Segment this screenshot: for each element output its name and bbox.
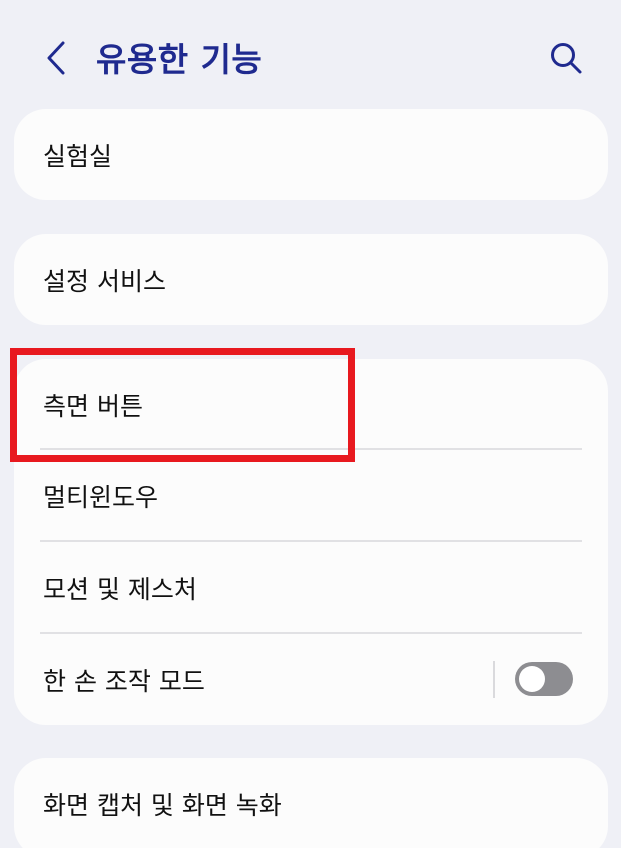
menu-item-label: 설정 서비스 bbox=[43, 266, 166, 296]
menu-item-label: 화면 캡처 및 화면 녹화 bbox=[43, 790, 282, 820]
toggle-separator bbox=[493, 661, 495, 698]
toggle-knob bbox=[519, 666, 545, 692]
menu-item-one-handed-mode[interactable]: 한 손 조작 모드 bbox=[14, 634, 608, 725]
settings-card-labs: 실험실 bbox=[14, 109, 608, 200]
back-button[interactable] bbox=[36, 36, 76, 80]
menu-item-label: 한 손 조작 모드 bbox=[43, 666, 205, 696]
search-icon bbox=[551, 43, 582, 74]
menu-item-multi-window[interactable]: 멀티윈도우 bbox=[14, 450, 608, 542]
menu-item-setting-services[interactable]: 설정 서비스 bbox=[14, 234, 608, 325]
page-title: 유용한 기능 bbox=[96, 40, 263, 79]
one-handed-mode-toggle[interactable] bbox=[515, 662, 573, 696]
header: 유용한 기능 bbox=[0, 0, 621, 110]
settings-card-screenshots: 화면 캡처 및 화면 녹화 bbox=[14, 758, 608, 848]
menu-item-side-button[interactable]: 측면 버튼 bbox=[14, 359, 608, 450]
menu-item-screenshots-recorder[interactable]: 화면 캡처 및 화면 녹화 bbox=[14, 758, 608, 848]
useful-features-screen: 유용한 기능 실험실 설정 서비스 측면 버튼 멀티윈도우 모션 및 제스처 한… bbox=[0, 0, 621, 848]
settings-card-setting-services: 설정 서비스 bbox=[14, 234, 608, 325]
settings-card-interaction: 측면 버튼 멀티윈도우 모션 및 제스처 한 손 조작 모드 bbox=[14, 359, 608, 725]
search-button[interactable] bbox=[544, 36, 588, 80]
chevron-left-icon bbox=[47, 41, 65, 75]
menu-item-labs[interactable]: 실험실 bbox=[14, 109, 608, 200]
menu-item-label: 멀티윈도우 bbox=[43, 483, 159, 512]
menu-item-label: 측면 버튼 bbox=[43, 391, 143, 421]
menu-item-label: 모션 및 제스처 bbox=[43, 575, 197, 604]
menu-item-motions-gestures[interactable]: 모션 및 제스처 bbox=[14, 542, 608, 634]
menu-item-label: 실험실 bbox=[43, 141, 113, 171]
